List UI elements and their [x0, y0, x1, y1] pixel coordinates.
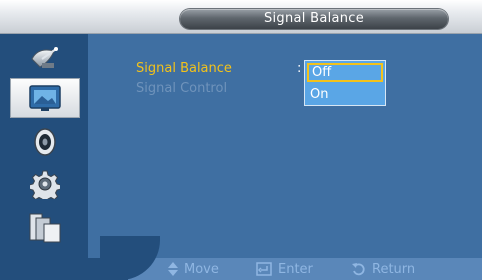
return-label: Return — [372, 261, 416, 277]
page-title: Signal Balance — [180, 9, 448, 29]
speaker-icon — [34, 128, 56, 156]
enter-icon — [256, 262, 272, 276]
sidebar-item-multi-control[interactable] — [14, 210, 76, 246]
satellite-dish-icon — [31, 47, 58, 68]
menu-item-signal-balance[interactable]: Signal Balance — [136, 61, 232, 76]
sidebar-item-picture[interactable] — [10, 78, 80, 118]
signal-balance-dropdown[interactable]: Off On — [304, 60, 386, 106]
option-on[interactable]: On — [307, 85, 383, 104]
title-bar: Signal Balance — [0, 0, 482, 34]
sidebar-item-sound[interactable] — [14, 124, 76, 160]
multi-screen-icon — [29, 213, 61, 243]
sidebar — [0, 34, 88, 258]
menu-item-signal-control[interactable]: Signal Control — [136, 81, 227, 96]
gear-icon — [30, 170, 60, 199]
enter-label: Enter — [278, 261, 313, 277]
return-hint: Return — [352, 261, 415, 277]
move-hint: Move — [168, 261, 219, 277]
footer-bar: Move Enter Return — [0, 236, 482, 280]
up-down-arrow-icon — [168, 262, 178, 276]
sidebar-item-setup[interactable] — [14, 166, 76, 202]
menu-separator: : — [297, 61, 302, 76]
move-label: Move — [184, 261, 219, 277]
sidebar-item-input[interactable] — [14, 40, 76, 76]
option-off[interactable]: Off — [307, 63, 383, 82]
footer-left — [0, 258, 128, 280]
return-icon — [352, 263, 365, 276]
picture-icon — [29, 85, 61, 111]
enter-hint: Enter — [256, 261, 313, 277]
